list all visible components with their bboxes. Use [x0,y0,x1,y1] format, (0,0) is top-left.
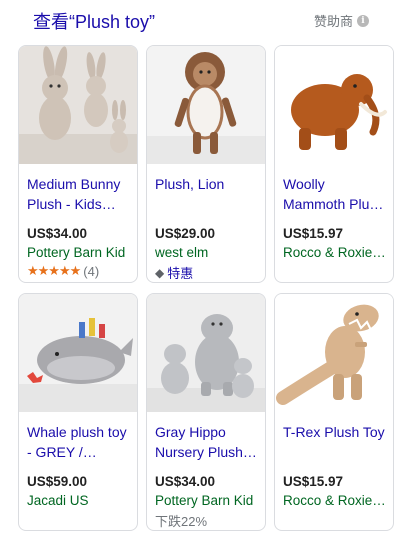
product-name[interactable]: Plush, Lion [155,174,257,214]
info-icon[interactable]: i [357,14,369,27]
bunny-plush-icon[interactable] [19,46,137,164]
product-price-drop: 下跌22% [155,511,257,530]
lion-plush-icon[interactable] [147,46,265,164]
product-name[interactable]: Whale plush toy - GREY /… [27,422,129,462]
product-merchant: Rocco & Roxie… [283,245,385,260]
product-price: US$34.00 [155,474,216,489]
sponsored-text: 赞助商 [313,14,353,29]
trex-plush-icon[interactable] [275,294,393,412]
product-merchant: Jacadi US [27,493,89,508]
tag-icon: ◆ [155,265,165,280]
shopping-header: 查看“Plush toy” 赞助商 i [0,0,409,40]
product-card-lion[interactable]: Plush, Lion US$29.00 west elm ◆ 特惠 [146,45,266,283]
product-merchant: Rocco & Roxie… [283,493,385,508]
deal-badge: 特惠 [167,266,194,281]
product-card-whale[interactable]: Whale plush toy - GREY /… US$59.00 Jacad… [18,293,138,531]
product-card-hippo[interactable]: Gray Hippo Nursery Plush… US$34.00 Potte… [146,293,266,531]
product-rating: ★★★★★ (4) [27,263,129,279]
product-merchant: Pottery Barn Kid [155,493,254,508]
rating-count: (4) [83,263,100,279]
rating-stars-icon: ★★★★★ [27,263,81,278]
product-name[interactable]: Woolly Mammoth Plu… [283,174,385,214]
product-name[interactable]: Medium Bunny Plush - Kids… [27,174,129,214]
product-price: US$34.00 [27,226,88,241]
mammoth-plush-icon[interactable] [275,46,393,164]
product-price: US$15.97 [283,226,344,241]
shopping-title-link[interactable]: 查看“Plush toy” [33,8,155,34]
product-card-bunny[interactable]: Medium Bunny Plush - Kids… US$34.00 Pott… [18,45,138,283]
product-name[interactable]: Gray Hippo Nursery Plush… [155,422,257,462]
product-name[interactable]: T-Rex Plush Toy [283,422,385,462]
product-price: US$59.00 [27,474,88,489]
product-card-trex[interactable]: T-Rex Plush Toy US$15.97 Rocco & Roxie… [274,293,394,531]
product-deal: ◆ 特惠 [155,263,257,282]
hippo-plush-icon[interactable] [147,294,265,412]
product-merchant: Pottery Barn Kid [27,245,126,260]
price-drop-text: 下跌22% [155,514,208,529]
whale-plush-icon[interactable] [19,294,137,412]
sponsored-label[interactable]: 赞助商 i [314,11,369,30]
product-price: US$15.97 [283,474,344,489]
product-card-mammoth[interactable]: Woolly Mammoth Plu… US$15.97 Rocco & Rox… [274,45,394,283]
product-price: US$29.00 [155,226,216,241]
product-merchant: west elm [155,245,209,260]
